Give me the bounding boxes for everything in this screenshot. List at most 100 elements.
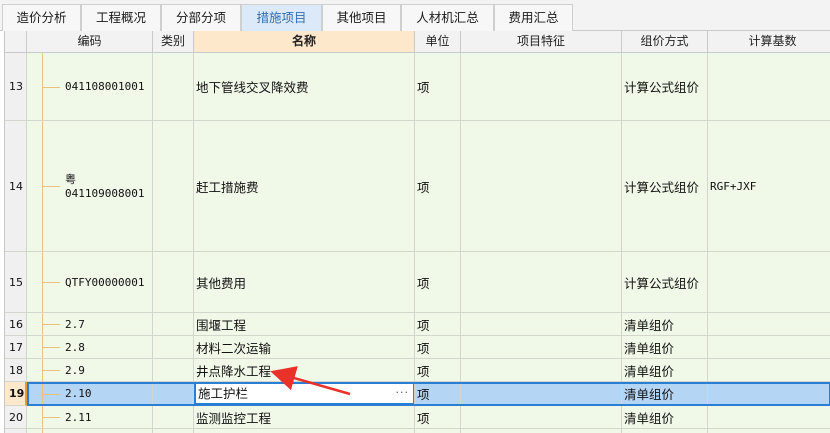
calc-base-cell[interactable] (708, 406, 830, 429)
pricing-method-cell[interactable]: 计算公式组价 (622, 121, 708, 252)
tab-project-overview[interactable]: 工程概况 (81, 4, 161, 31)
code-cell[interactable]: 2.12 (27, 429, 153, 433)
table-row[interactable]: 14 粤 041109008001 赶工措施费 项 计算公式组价 RGF+JXF (5, 121, 830, 252)
table-row[interactable]: 17 2.8 材料二次运输 项 清单组价 (5, 336, 830, 359)
name-cell[interactable]: 监测监控工程 (194, 406, 415, 429)
pricing-method-cell-text: 清单组价 (624, 363, 675, 379)
tab-measures[interactable]: 措施项目 (241, 4, 322, 31)
feature-cell[interactable] (461, 252, 622, 313)
tree-guide-line (42, 429, 43, 433)
code-cell[interactable]: 2.11 (27, 406, 153, 429)
code-cell[interactable]: 2.9 (27, 359, 153, 382)
feature-cell[interactable] (461, 429, 622, 433)
category-cell[interactable] (153, 313, 194, 336)
pricing-method-cell[interactable]: 清单组价 (622, 313, 708, 336)
name-cell[interactable]: 材料二次运输 (194, 336, 415, 359)
name-cell-text: 围堰工程 (196, 317, 247, 333)
unit-cell[interactable]: 项 (415, 359, 461, 382)
table-row[interactable]: 16 2.7 围堰工程 项 清单组价 (5, 313, 830, 336)
code-cell[interactable]: 2.7 (27, 313, 153, 336)
category-cell[interactable] (153, 406, 194, 429)
category-cell[interactable] (153, 429, 194, 433)
name-cell[interactable]: 井点降水工程 (194, 359, 415, 382)
calc-base-cell[interactable] (708, 429, 830, 433)
name-cell-text: 监测监控工程 (196, 410, 272, 426)
header-feature[interactable]: 项目特征 (461, 31, 622, 53)
name-editor-text: 施工护栏 (198, 386, 249, 401)
feature-cell[interactable] (461, 121, 622, 252)
calc-base-cell[interactable] (708, 313, 830, 336)
pricing-method-cell[interactable]: 计算公式组价 (622, 53, 708, 121)
table-row[interactable]: 13 041108001001 地下管线交叉降效费 项 计算公式组价 (5, 53, 830, 121)
pricing-method-cell[interactable]: 清单组价 (622, 429, 708, 433)
table-row[interactable]: 212.12 模板工程项 清单组价 (5, 429, 830, 433)
code-cell[interactable]: 粤 041109008001 (27, 121, 153, 252)
category-cell[interactable] (153, 252, 194, 313)
pricing-method-cell[interactable]: 清单组价 (622, 336, 708, 359)
name-cell[interactable]: 模板工程 (194, 429, 415, 433)
code-cell[interactable]: QTFY00000001 (27, 252, 153, 313)
calc-base-cell[interactable] (708, 252, 830, 313)
code-cell[interactable]: 041108001001 (27, 53, 153, 121)
ellipsis-button[interactable]: ··· (396, 384, 410, 402)
tab-cost-analysis[interactable]: 造价分析 (2, 4, 81, 31)
tab-fee-summary[interactable]: 费用汇总 (494, 4, 573, 31)
category-cell[interactable] (153, 382, 194, 406)
tab-labor-material-summary[interactable]: 人材机汇总 (401, 4, 494, 31)
code-cell[interactable]: 2.8 (27, 336, 153, 359)
header-pricing-method[interactable]: 组价方式 (622, 31, 708, 53)
tab-other-items[interactable]: 其他项目 (322, 4, 401, 31)
table-row[interactable]: 19 2.10 施工护栏 ··· 项 清单组价 (5, 382, 830, 406)
name-cell[interactable]: 赶工措施费 (194, 121, 415, 252)
header-name[interactable]: 名称 (194, 31, 415, 53)
row-number-text: 16 (9, 317, 23, 331)
pricing-method-cell-text: 计算公式组价 (624, 275, 700, 291)
category-cell[interactable] (153, 359, 194, 382)
table-row[interactable]: 18 2.9 井点降水工程 项 清单组价 (5, 359, 830, 382)
table-row[interactable]: 20 2.11 监测监控工程 项 清单组价 (5, 406, 830, 429)
calc-base-cell[interactable] (708, 53, 830, 121)
feature-cell[interactable] (461, 53, 622, 121)
pricing-method-cell[interactable]: 清单组价 (622, 359, 708, 382)
pricing-method-cell[interactable]: 清单组价 (622, 382, 708, 406)
row-number: 17 (5, 336, 27, 359)
feature-cell[interactable] (461, 359, 622, 382)
row-number: 14 (5, 121, 27, 252)
code-cell[interactable]: 2.10 (27, 382, 153, 406)
header-category[interactable]: 类别 (153, 31, 194, 53)
category-cell[interactable] (153, 336, 194, 359)
row-number: 20 (5, 406, 27, 429)
header-calc-base[interactable]: 计算基数 (708, 31, 830, 53)
unit-cell[interactable]: 项 (415, 429, 461, 433)
tree-branch-line (42, 324, 60, 325)
name-cell[interactable]: 围堰工程 (194, 313, 415, 336)
header-unit[interactable]: 单位 (415, 31, 461, 53)
calc-base-cell[interactable] (708, 336, 830, 359)
unit-cell[interactable]: 项 (415, 382, 461, 406)
category-cell[interactable] (153, 53, 194, 121)
unit-cell[interactable]: 项 (415, 121, 461, 252)
name-cell[interactable]: 施工护栏 ··· (194, 382, 415, 406)
category-cell[interactable] (153, 121, 194, 252)
name-cell[interactable]: 其他费用 (194, 252, 415, 313)
name-editor-input[interactable]: 施工护栏 ··· (194, 382, 414, 405)
unit-cell[interactable]: 项 (415, 252, 461, 313)
pricing-method-cell[interactable]: 清单组价 (622, 406, 708, 429)
feature-cell[interactable] (461, 382, 622, 406)
tab-itemized-works[interactable]: 分部分项 (161, 4, 241, 31)
unit-cell[interactable]: 项 (415, 53, 461, 121)
unit-cell[interactable]: 项 (415, 406, 461, 429)
unit-cell[interactable]: 项 (415, 313, 461, 336)
header-code[interactable]: 编码 (27, 31, 153, 53)
calc-base-cell[interactable] (708, 382, 830, 406)
feature-cell[interactable] (461, 336, 622, 359)
name-cell[interactable]: 地下管线交叉降效费 (194, 53, 415, 121)
calc-base-cell[interactable] (708, 359, 830, 382)
pricing-method-cell[interactable]: 计算公式组价 (622, 252, 708, 313)
calc-base-cell[interactable]: RGF+JXF (708, 121, 830, 252)
unit-cell[interactable]: 项 (415, 336, 461, 359)
table-row[interactable]: 15 QTFY00000001 其他费用 项 计算公式组价 (5, 252, 830, 313)
feature-cell[interactable] (461, 313, 622, 336)
feature-cell[interactable] (461, 406, 622, 429)
pricing-method-cell-text: 清单组价 (624, 387, 675, 402)
